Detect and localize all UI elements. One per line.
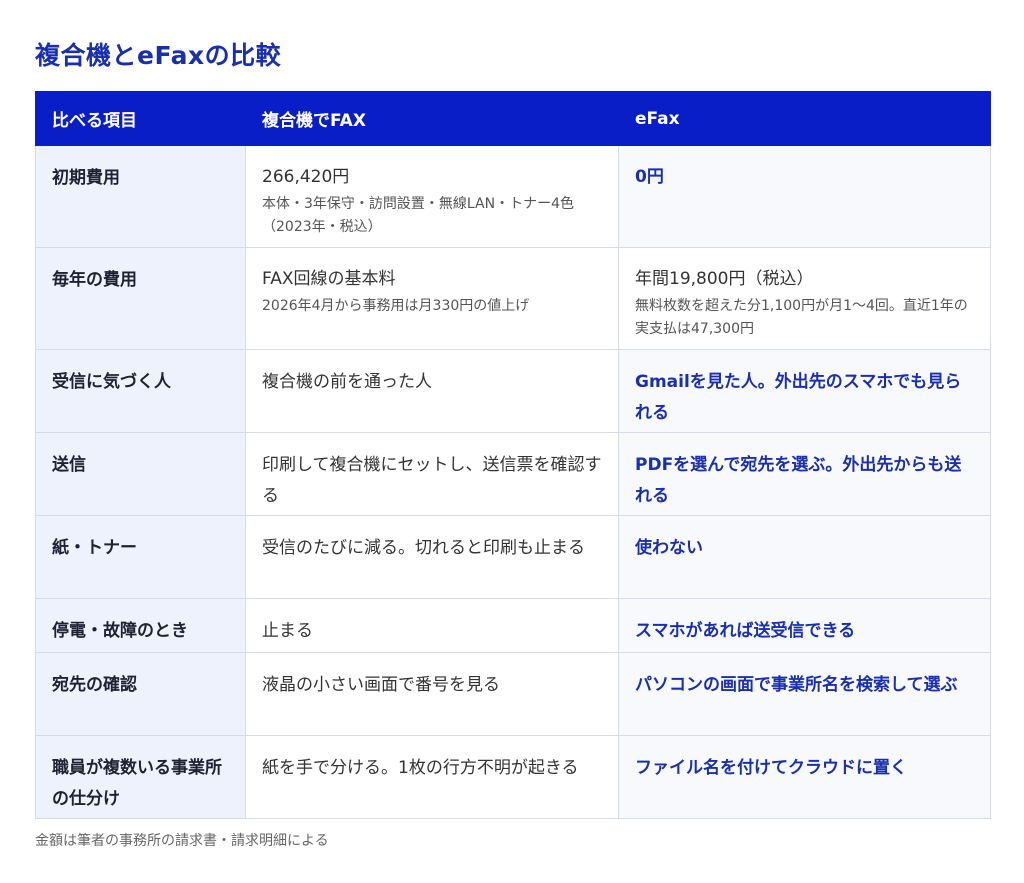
efax-cell: 使わない	[618, 515, 991, 599]
row-item-label: 職員が複数いる事業所の仕分け	[35, 735, 246, 819]
row-item-label: 送信	[35, 432, 246, 516]
row-item-label: 停電・故障のとき	[35, 598, 246, 653]
table-header-row: 比べる項目 複合機でFAX eFax	[35, 91, 991, 146]
fax-cell: FAX回線の基本料 2026年4月から事務用は月330円の値上げ	[245, 247, 619, 350]
row-item-label: 初期費用	[35, 145, 246, 248]
table-row: 初期費用 266,420円 本体・3年保守・訪問設置・無線LAN・トナー4色（2…	[35, 145, 991, 248]
efax-cell: PDFを選んで宛先を選ぶ。外出先からも送れる	[618, 432, 991, 516]
efax-cell: ファイル名を付けてクラウドに置く	[618, 735, 991, 819]
efax-cell: パソコンの画面で事業所名を検索して選ぶ	[618, 652, 991, 736]
fax-value: FAX回線の基本料	[262, 269, 396, 289]
row-item-label: 受信に気づく人	[35, 349, 246, 433]
fax-note: 2026年4月から事務用は月330円の値上げ	[262, 298, 530, 314]
fax-cell: 紙を手で分ける。1枚の行方不明が起きる	[245, 735, 619, 819]
efax-cell: スマホがあれば送受信できる	[618, 598, 991, 653]
efax-value: 0円	[635, 167, 664, 187]
efax-value: 年間19,800円（税込）	[635, 269, 814, 289]
fax-cell: 印刷して複合機にセットし、送信票を確認する	[245, 432, 619, 516]
table-row: 受信に気づく人 複合機の前を通った人 Gmailを見た人。外出先のスマホでも見ら…	[35, 349, 991, 433]
efax-cell: Gmailを見た人。外出先のスマホでも見られる	[618, 349, 991, 433]
fax-cell: 受信のたびに減る。切れると印刷も止まる	[245, 515, 619, 599]
header-fax: 複合機でFAX	[245, 91, 619, 146]
row-item-label: 紙・トナー	[35, 515, 246, 599]
table-row: 宛先の確認 液晶の小さい画面で番号を見る パソコンの画面で事業所名を検索して選ぶ	[35, 652, 991, 736]
table-row: 紙・トナー 受信のたびに減る。切れると印刷も止まる 使わない	[35, 515, 991, 599]
table-row: 毎年の費用 FAX回線の基本料 2026年4月から事務用は月330円の値上げ 年…	[35, 247, 991, 350]
efax-cell: 0円	[618, 145, 991, 248]
header-item: 比べる項目	[35, 91, 246, 146]
fax-value: 266,420円	[262, 167, 350, 187]
efax-cell: 年間19,800円（税込） 無料枚数を超えた分1,100円が月1〜4回。直近1年…	[618, 247, 991, 350]
efax-note: 無料枚数を超えた分1,100円が月1〜4回。直近1年の実支払は47,300円	[635, 298, 968, 337]
fax-note: 本体・3年保守・訪問設置・無線LAN・トナー4色（2023年・税込）	[262, 196, 574, 235]
table-row: 停電・故障のとき 止まる スマホがあれば送受信できる	[35, 598, 991, 653]
header-efax: eFax	[618, 91, 991, 146]
footnote: 金額は筆者の事務所の請求書・請求明細による	[35, 833, 329, 849]
table-row: 職員が複数いる事業所の仕分け 紙を手で分ける。1枚の行方不明が起きる ファイル名…	[35, 735, 991, 819]
page: 複合機とeFaxの比較 比べる項目 複合機でFAX eFax 初期費用 266,…	[0, 0, 1024, 883]
row-item-label: 宛先の確認	[35, 652, 246, 736]
row-item-label: 毎年の費用	[35, 247, 246, 350]
page-title: 複合機とeFaxの比較	[35, 41, 282, 70]
fax-cell: 液晶の小さい画面で番号を見る	[245, 652, 619, 736]
fax-cell: 266,420円 本体・3年保守・訪問設置・無線LAN・トナー4色（2023年・…	[245, 145, 619, 248]
comparison-table: 比べる項目 複合機でFAX eFax 初期費用 266,420円 本体・3年保守…	[35, 91, 991, 819]
table-row: 送信 印刷して複合機にセットし、送信票を確認する PDFを選んで宛先を選ぶ。外出…	[35, 432, 991, 516]
fax-cell: 複合機の前を通った人	[245, 349, 619, 433]
fax-cell: 止まる	[245, 598, 619, 653]
